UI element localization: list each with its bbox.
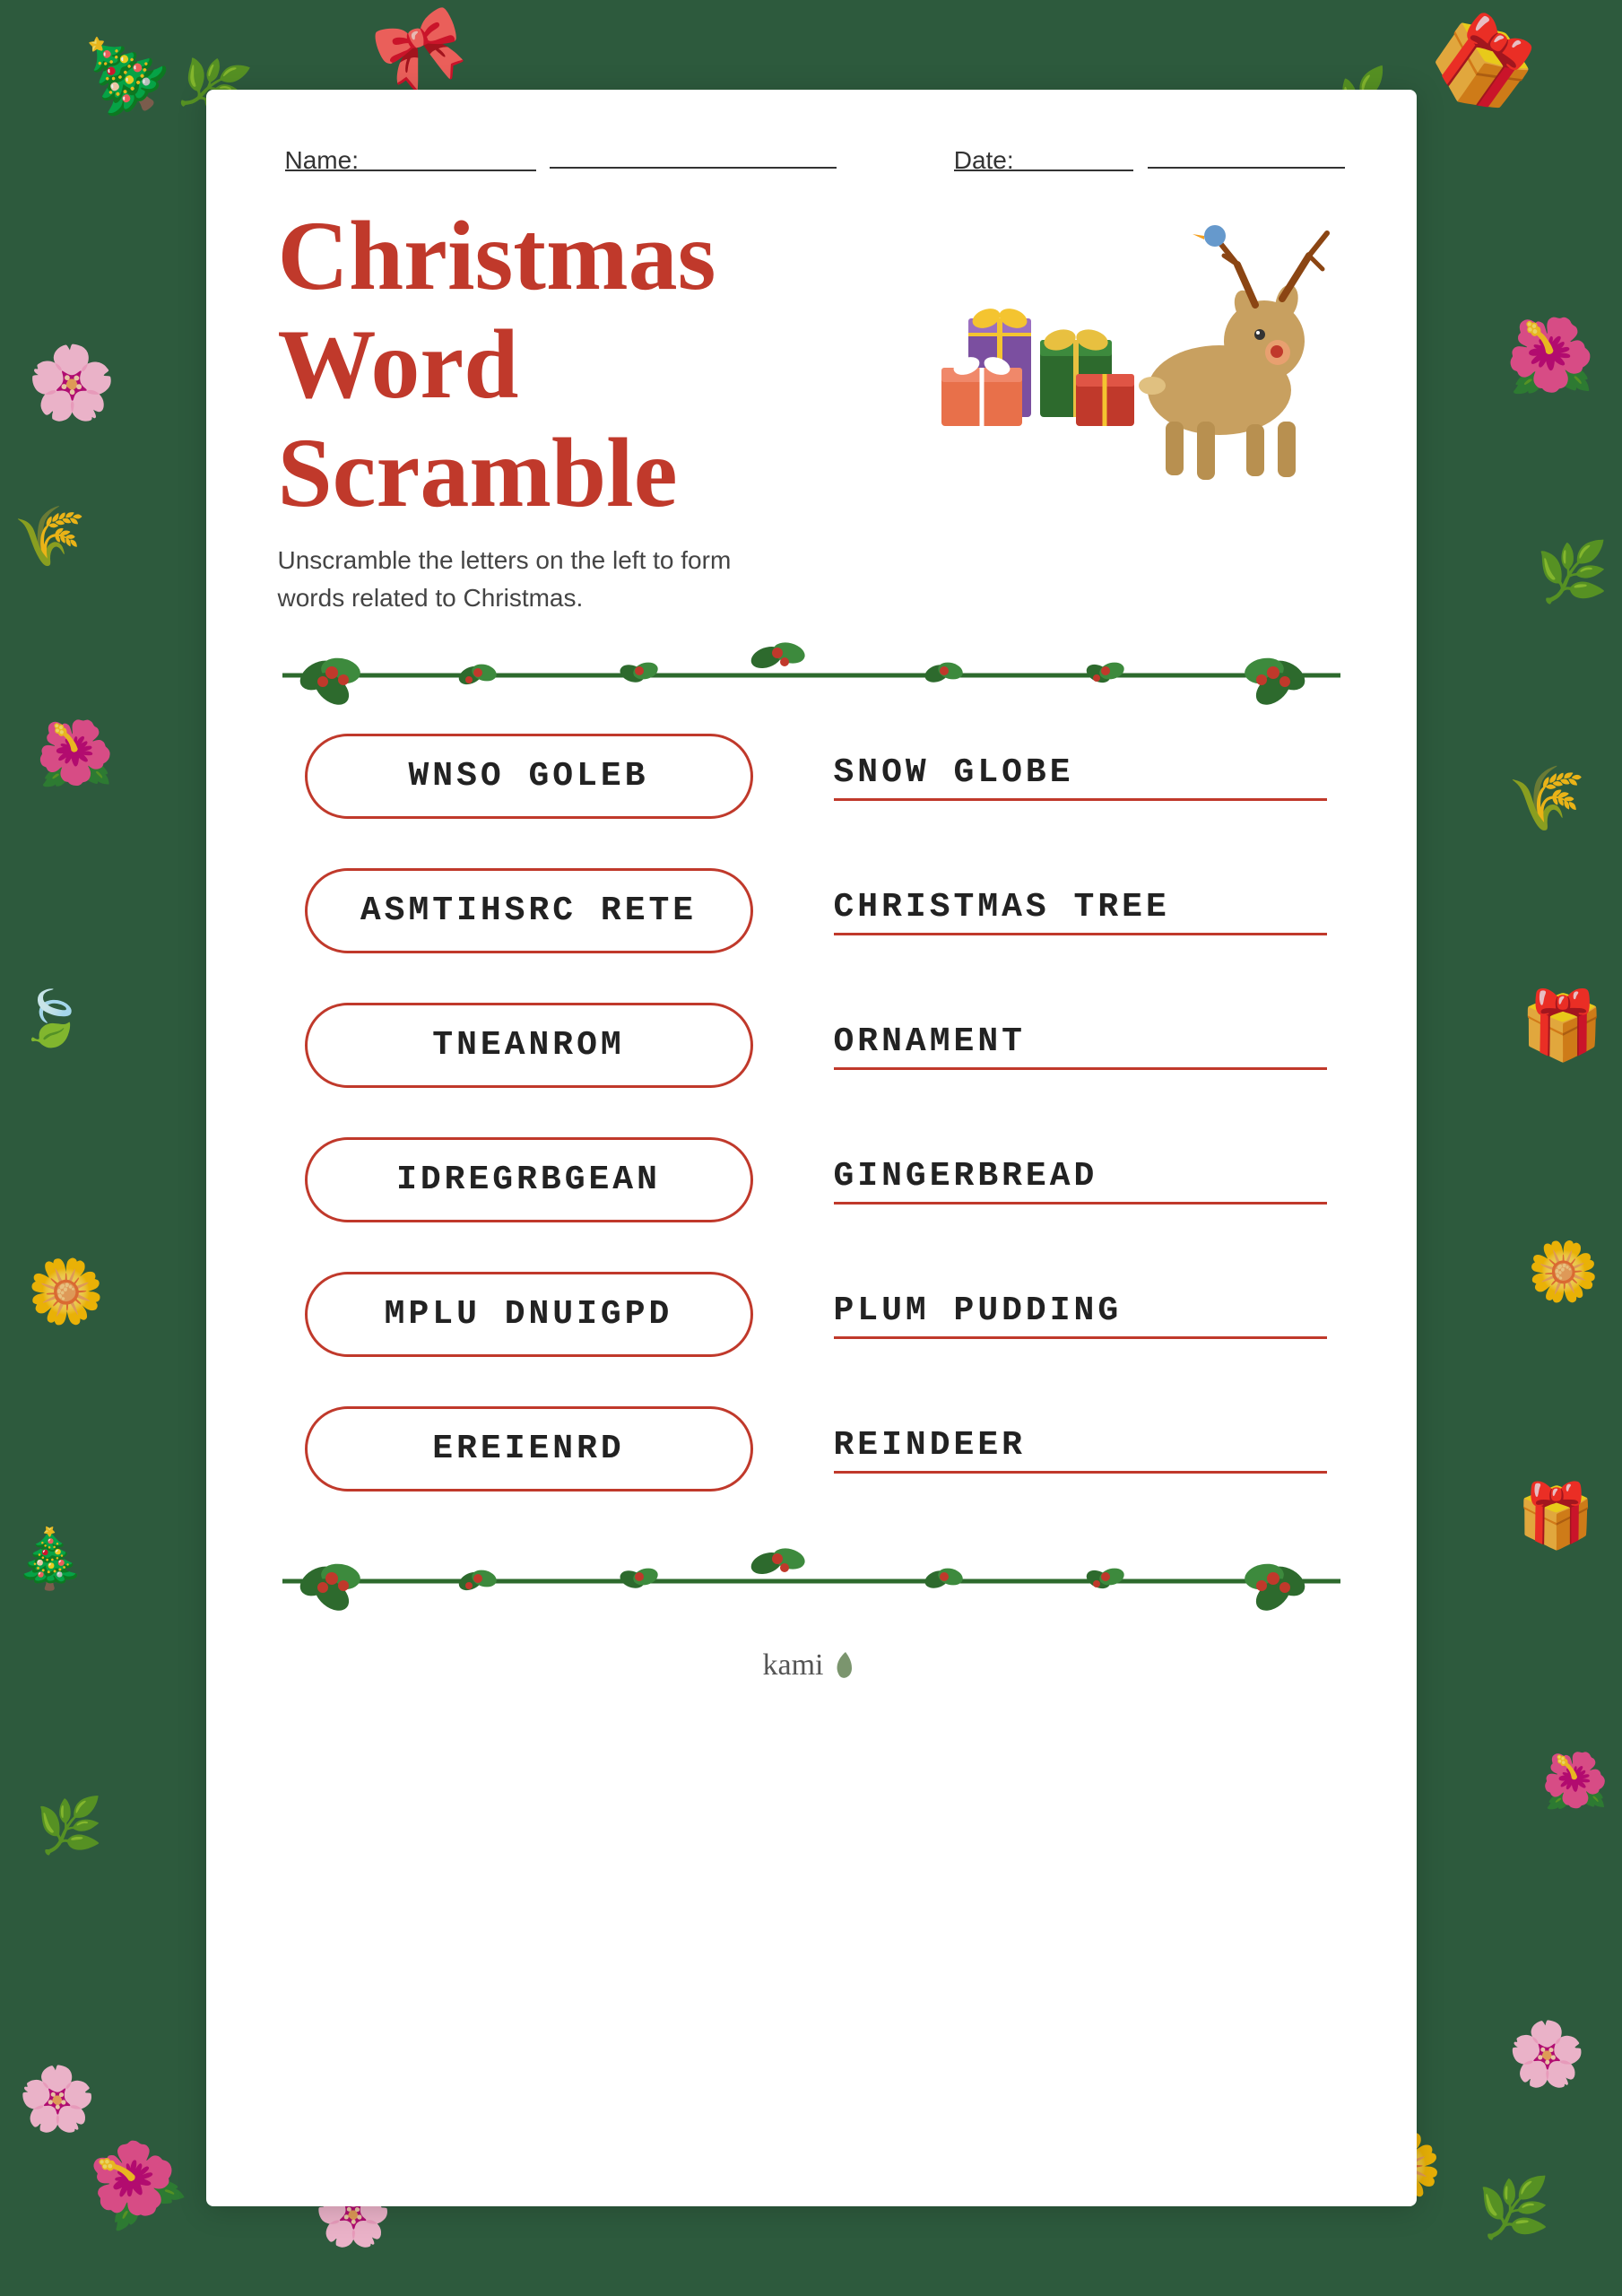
scramble-section: WNSO GOLEB SNOW GLOBE ASMTIHSRC RETE CHR…: [278, 734, 1345, 1492]
scramble-left-4: IDREGRBGEAN: [296, 1137, 762, 1222]
scramble-right-3: ORNAMENT: [762, 1022, 1327, 1070]
holly-divider-bottom: [278, 1541, 1345, 1622]
answer-6: REINDEER: [834, 1425, 1327, 1474]
answer-2: CHRISTMAS TREE: [834, 887, 1327, 935]
scramble-pill-3: TNEANROM: [305, 1003, 753, 1088]
scramble-row-3: TNEANROM ORNAMENT: [296, 1003, 1327, 1088]
scramble-pill-2: ASMTIHSRC RETE: [305, 868, 753, 953]
illustration-svg: [915, 202, 1345, 489]
scramble-left-2: ASMTIHSRC RETE: [296, 868, 762, 953]
title-illustration: [915, 202, 1345, 489]
scramble-pill-4: IDREGRBGEAN: [305, 1137, 753, 1222]
scramble-row-2: ASMTIHSRC RETE CHRISTMAS TREE: [296, 868, 1327, 953]
title-text-block: Christmas Word Scramble Unscramble the l…: [278, 202, 915, 617]
name-field: Name:: [278, 144, 837, 175]
date-underline[interactable]: [1148, 144, 1345, 169]
scramble-right-4: GINGERBREAD: [762, 1156, 1327, 1205]
scramble-right-5: PLUM PUDDING: [762, 1291, 1327, 1339]
answer-3: ORNAMENT: [834, 1022, 1327, 1070]
scramble-pill-6: EREIENRD: [305, 1406, 753, 1492]
date-label: Date:: [954, 146, 1133, 171]
main-paper: Name: Date: Christmas Word Scramble Unsc…: [206, 90, 1417, 2206]
name-label: Name:: [285, 146, 536, 171]
title-section: Christmas Word Scramble Unscramble the l…: [278, 202, 1345, 617]
subtitle: Unscramble the letters on the left to fo…: [278, 542, 780, 617]
kami-leaf-icon: [832, 1650, 859, 1682]
scramble-right-6: REINDEER: [762, 1425, 1327, 1474]
scramble-left-6: EREIENRD: [296, 1406, 762, 1492]
kami-footer: kami: [278, 1648, 1345, 1683]
scramble-pill-1: WNSO GOLEB: [305, 734, 753, 819]
scramble-right-1: SNOW GLOBE: [762, 752, 1327, 801]
date-field: Date:: [947, 144, 1345, 175]
header-row: Name: Date:: [278, 144, 1345, 175]
scramble-row-1: WNSO GOLEB SNOW GLOBE: [296, 734, 1327, 819]
answer-1: SNOW GLOBE: [834, 752, 1327, 801]
scramble-right-2: CHRISTMAS TREE: [762, 887, 1327, 935]
scramble-row-5: MPLU DNUIGPD PLUM PUDDING: [296, 1272, 1327, 1357]
scramble-left-1: WNSO GOLEB: [296, 734, 762, 819]
name-underline[interactable]: [550, 144, 837, 169]
brand-name: kami: [763, 1648, 824, 1683]
answer-4: GINGERBREAD: [834, 1156, 1327, 1205]
scramble-left-3: TNEANROM: [296, 1003, 762, 1088]
answer-5: PLUM PUDDING: [834, 1291, 1327, 1339]
holly-divider-top: [278, 635, 1345, 716]
scramble-pill-5: MPLU DNUIGPD: [305, 1272, 753, 1357]
scramble-row-6: EREIENRD REINDEER: [296, 1406, 1327, 1492]
main-title: Christmas Word Scramble: [278, 202, 915, 527]
scramble-left-5: MPLU DNUIGPD: [296, 1272, 762, 1357]
scramble-row-4: IDREGRBGEAN GINGERBREAD: [296, 1137, 1327, 1222]
